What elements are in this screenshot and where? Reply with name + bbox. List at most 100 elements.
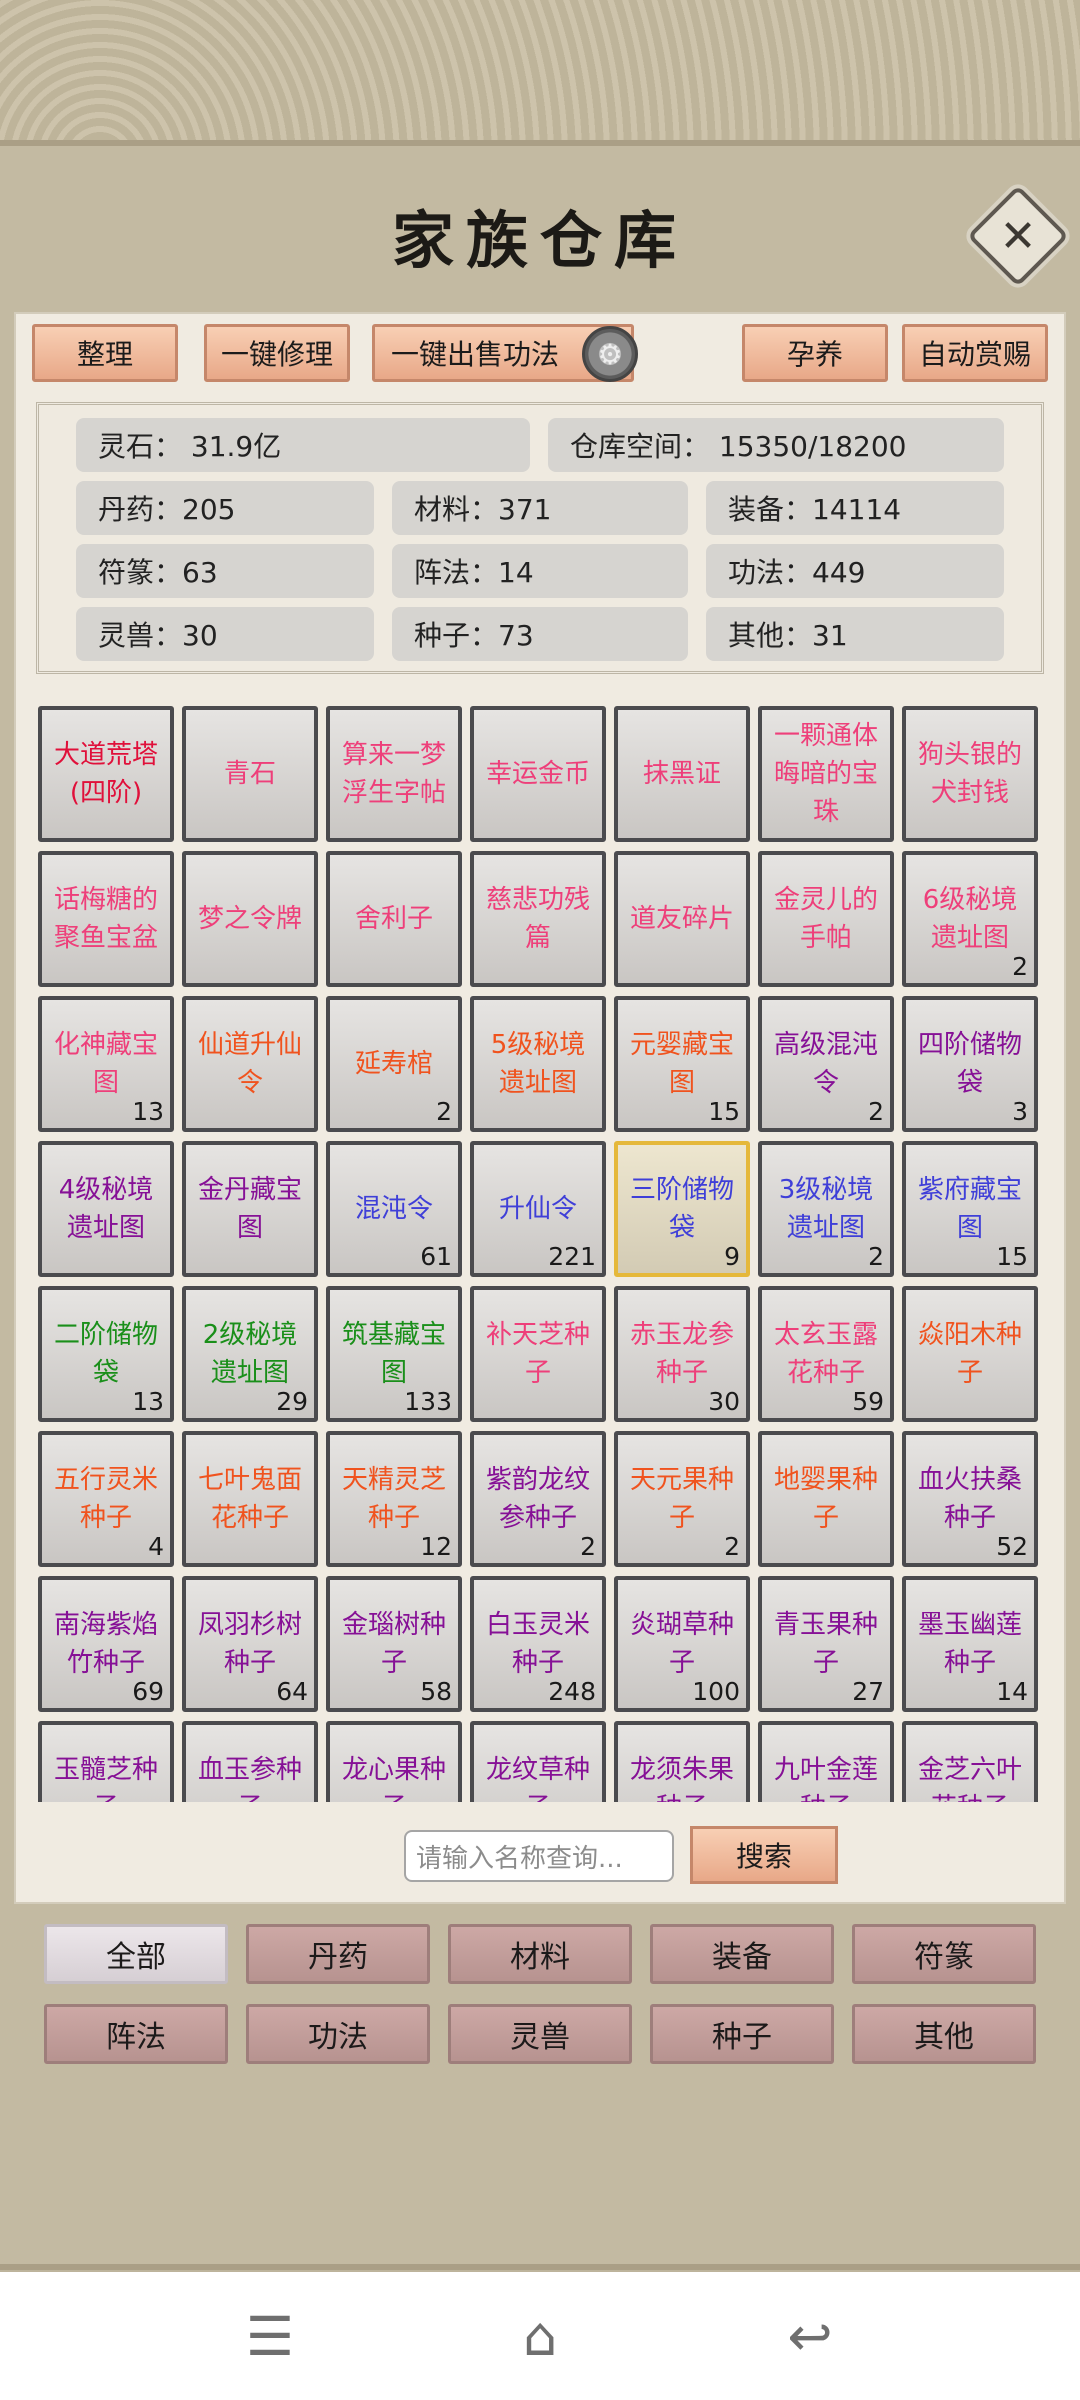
item-slot[interactable]: 仙道升仙令 xyxy=(182,996,318,1132)
item-name: 延寿棺 xyxy=(354,1049,433,1079)
item-slot[interactable]: 2级秘境遗址图 29 xyxy=(182,1286,318,1422)
item-name: 玉髓芝种子 xyxy=(53,1755,158,1802)
item-slot[interactable]: 白玉灵米种子 248 xyxy=(470,1576,606,1712)
item-count: 100 xyxy=(692,1677,740,1706)
stat-cailiao: 材料：371 xyxy=(392,481,688,535)
menu-icon[interactable]: ☰ xyxy=(235,2305,305,2368)
item-name: 天精灵芝种子 xyxy=(341,1465,446,1533)
item-count: 61 xyxy=(420,1242,452,1271)
item-count: 12 xyxy=(420,1532,452,1561)
tab-fulu[interactable]: 符篆 xyxy=(852,1924,1036,1984)
item-slot[interactable]: 混沌令 61 xyxy=(326,1141,462,1277)
item-slot[interactable]: 狗头银的犬封钱 xyxy=(902,706,1038,842)
item-slot[interactable]: 大道荒塔(四阶) xyxy=(38,706,174,842)
item-name: 龙纹草种子 xyxy=(485,1755,590,1802)
item-slot[interactable]: 抹黑证 xyxy=(614,706,750,842)
item-slot[interactable]: 地婴果种子 xyxy=(758,1431,894,1567)
item-slot[interactable]: 舍利子 xyxy=(326,851,462,987)
item-slot[interactable]: 筑基藏宝图 133 xyxy=(326,1286,462,1422)
item-slot[interactable]: 化神藏宝图 13 xyxy=(38,996,174,1132)
item-slot[interactable]: 话梅糖的聚鱼宝盆 xyxy=(38,851,174,987)
auto-reward-button[interactable]: 自动赏赐 xyxy=(902,324,1048,382)
tab-qita[interactable]: 其他 xyxy=(852,2004,1036,2064)
item-slot[interactable]: 九叶金莲种子 xyxy=(758,1721,894,1802)
tab-danyao[interactable]: 丹药 xyxy=(246,1924,430,1984)
item-slot[interactable]: 焱阳木种子 xyxy=(902,1286,1038,1422)
item-name: 血火扶桑种子 xyxy=(917,1465,1022,1533)
item-slot[interactable]: 七叶鬼面花种子 xyxy=(182,1431,318,1567)
item-count: 133 xyxy=(404,1387,452,1416)
tab-lingshou[interactable]: 灵兽 xyxy=(448,2004,632,2064)
item-slot[interactable]: 算来一梦浮生字帖 xyxy=(326,706,462,842)
tab-zhongzi[interactable]: 种子 xyxy=(650,2004,834,2064)
item-slot[interactable]: 墨玉幽莲种子 14 xyxy=(902,1576,1038,1712)
sort-button[interactable]: 整理 xyxy=(32,324,178,382)
item-slot[interactable]: 道友碎片 xyxy=(614,851,750,987)
item-slot[interactable]: 慈悲功残篇 xyxy=(470,851,606,987)
item-slot[interactable]: 赤玉龙参种子 30 xyxy=(614,1286,750,1422)
item-name: 3级秘境遗址图 xyxy=(778,1175,874,1243)
home-icon[interactable]: ⌂ xyxy=(505,2305,575,2368)
item-slot[interactable]: 龙纹草种子 xyxy=(470,1721,606,1802)
search-button[interactable]: 搜索 xyxy=(690,1826,838,1884)
item-slot[interactable]: 青玉果种子 27 xyxy=(758,1576,894,1712)
item-slot[interactable]: 太玄玉露花种子 59 xyxy=(758,1286,894,1422)
item-slot[interactable]: 补天芝种子 xyxy=(470,1286,606,1422)
item-slot[interactable]: 龙心果种子 xyxy=(326,1721,462,1802)
item-slot[interactable]: 幸运金币 xyxy=(470,706,606,842)
back-icon[interactable]: ↩ xyxy=(775,2305,845,2368)
repair-all-button[interactable]: 一键修理 xyxy=(204,324,350,382)
item-slot[interactable]: 金瑙树种子 58 xyxy=(326,1576,462,1712)
item-slot[interactable]: 金芝六叶花种子 xyxy=(902,1721,1038,1802)
item-name: 南海紫焰竹种子 xyxy=(53,1610,158,1678)
search-input[interactable]: 请输入名称查询... xyxy=(404,1830,674,1882)
item-slot[interactable]: 二阶储物袋 13 xyxy=(38,1286,174,1422)
item-slot[interactable]: 青石 xyxy=(182,706,318,842)
item-slot[interactable]: 紫韵龙纹参种子 2 xyxy=(470,1431,606,1567)
item-slot[interactable]: 元婴藏宝图 15 xyxy=(614,996,750,1132)
item-slot[interactable]: 6级秘境遗址图 2 xyxy=(902,851,1038,987)
item-name: 炎瑚草种子 xyxy=(629,1610,734,1678)
item-slot[interactable]: 4级秘境遗址图 xyxy=(38,1141,174,1277)
tab-cailiao[interactable]: 材料 xyxy=(448,1924,632,1984)
item-slot[interactable]: 梦之令牌 xyxy=(182,851,318,987)
item-slot[interactable]: 金灵儿的手帕 xyxy=(758,851,894,987)
item-slot[interactable]: 血玉参种子 xyxy=(182,1721,318,1802)
item-slot[interactable]: 南海紫焰竹种子 69 xyxy=(38,1576,174,1712)
tab-all[interactable]: 全部 xyxy=(44,1924,228,1984)
item-slot[interactable]: 三阶储物袋 9 xyxy=(614,1141,750,1277)
item-slot[interactable]: 5级秘境遗址图 xyxy=(470,996,606,1132)
stat-zhongzi: 种子：73 xyxy=(392,607,688,661)
item-name: 紫韵龙纹参种子 xyxy=(485,1465,590,1533)
item-name: 化神藏宝图 xyxy=(53,1030,158,1098)
item-name: 混沌令 xyxy=(354,1194,433,1224)
item-slot[interactable]: 金丹藏宝图 xyxy=(182,1141,318,1277)
item-slot[interactable]: 延寿棺 2 xyxy=(326,996,462,1132)
item-name: 梦之令牌 xyxy=(197,904,302,934)
item-slot[interactable]: 四阶储物袋 3 xyxy=(902,996,1038,1132)
item-slot[interactable]: 炎瑚草种子 100 xyxy=(614,1576,750,1712)
item-slot[interactable]: 天精灵芝种子 12 xyxy=(326,1431,462,1567)
item-slot[interactable]: 玉髓芝种子 xyxy=(38,1721,174,1802)
item-count: 29 xyxy=(276,1387,308,1416)
item-slot[interactable]: 天元果种子 2 xyxy=(614,1431,750,1567)
tab-gongfa[interactable]: 功法 xyxy=(246,2004,430,2064)
item-count: 2 xyxy=(724,1532,740,1561)
item-slot[interactable]: 一颗通体晦暗的宝珠 xyxy=(758,706,894,842)
tab-zhenfa[interactable]: 阵法 xyxy=(44,2004,228,2064)
item-name: 金灵儿的手帕 xyxy=(773,885,878,953)
item-slot[interactable]: 凤羽杉树种子 64 xyxy=(182,1576,318,1712)
item-slot[interactable]: 龙须朱果种子 xyxy=(614,1721,750,1802)
nurture-button[interactable]: 孕养 xyxy=(742,324,888,382)
item-name: 高级混沌令 xyxy=(773,1030,878,1098)
item-slot[interactable]: 血火扶桑种子 52 xyxy=(902,1431,1038,1567)
stat-lingshou: 灵兽：30 xyxy=(76,607,374,661)
item-slot[interactable]: 升仙令 221 xyxy=(470,1141,606,1277)
item-slot[interactable]: 紫府藏宝图 15 xyxy=(902,1141,1038,1277)
item-slot[interactable]: 五行灵米种子 4 xyxy=(38,1431,174,1567)
tab-zhuangbei[interactable]: 装备 xyxy=(650,1924,834,1984)
item-name: 筑基藏宝图 xyxy=(341,1320,446,1388)
item-slot[interactable]: 3级秘境遗址图 2 xyxy=(758,1141,894,1277)
gear-icon[interactable]: ⚙ xyxy=(582,326,638,382)
item-slot[interactable]: 高级混沌令 2 xyxy=(758,996,894,1132)
